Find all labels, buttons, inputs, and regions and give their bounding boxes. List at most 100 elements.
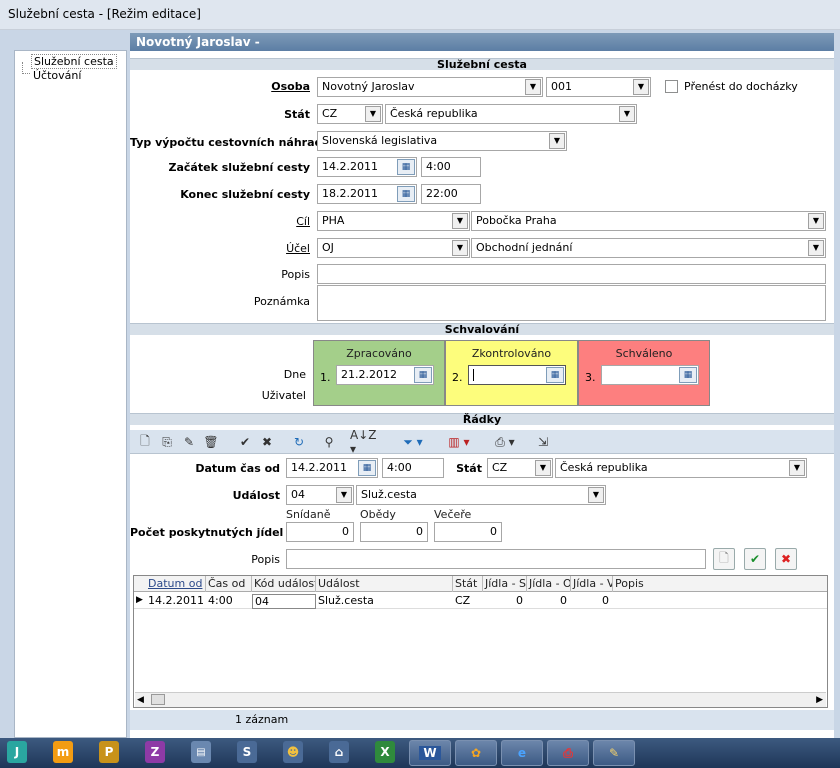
column-header[interactable]: Stát (453, 576, 483, 592)
chevron-down-icon[interactable]: ▼ (789, 460, 805, 476)
stat-code-combo[interactable]: CZ ▼ (317, 104, 383, 124)
filter-icon[interactable]: ⏷ ▾ (396, 433, 430, 451)
browser-taskbar-button[interactable]: e (501, 740, 543, 766)
network-icon[interactable]: ⌂ (329, 741, 349, 763)
popis-field[interactable] (317, 264, 826, 284)
taskbar-app-icon[interactable]: P (99, 741, 119, 763)
udalost-code-combo[interactable]: 04 ▼ (286, 485, 354, 505)
rows-time-field[interactable]: 4:00 (382, 458, 444, 478)
chevron-down-icon[interactable]: ▼ (525, 79, 541, 95)
calendar-icon[interactable]: ▦ (414, 367, 432, 383)
grid-cell[interactable]: 14.2.2011 (146, 594, 206, 609)
osoba-label[interactable]: Osoba (240, 80, 310, 93)
osoba-code-combo[interactable]: 001 ▼ (546, 77, 651, 97)
chevron-down-icon[interactable]: ▼ (633, 79, 649, 95)
column-header[interactable]: Jídla - V (571, 576, 613, 592)
calendar-icon[interactable]: ▦ (397, 159, 415, 175)
calendar-icon[interactable]: ▦ (397, 186, 415, 202)
binoculars-icon[interactable]: ⚲ (320, 433, 338, 451)
poznamka-field[interactable] (317, 285, 826, 321)
chevron-down-icon[interactable]: ▼ (452, 213, 468, 229)
snidane-field[interactable]: 0 (286, 522, 354, 542)
grid-cell-selected[interactable]: 04 (252, 594, 316, 609)
stat-name-combo[interactable]: Česká republika ▼ (385, 104, 637, 124)
ucel-code-combo[interactable]: OJ ▼ (317, 238, 470, 258)
calculator-icon[interactable]: ▤ (191, 741, 211, 763)
sort-icon[interactable]: A↓Z ▾ (350, 428, 384, 456)
zacatek-time-field[interactable]: 4:00 (421, 157, 481, 177)
prenest-checkbox[interactable] (665, 80, 678, 93)
cil-label[interactable]: Cíl (240, 215, 310, 228)
cil-code-combo[interactable]: PHA ▼ (317, 211, 470, 231)
scroll-right-icon[interactable]: ▶ (816, 695, 823, 705)
chevron-down-icon[interactable]: ▼ (365, 106, 381, 122)
skype-icon[interactable]: S (237, 741, 257, 763)
zpracovano-date-field[interactable]: 21.2.2012 ▦ (336, 365, 434, 385)
chevron-down-icon[interactable]: ▼ (535, 460, 551, 476)
print-icon[interactable]: ⎙ ▾ (488, 433, 522, 451)
ucel-name-combo[interactable]: Obchodní jednání ▼ (471, 238, 826, 258)
edit-document-icon[interactable]: ✎ (180, 433, 198, 451)
copy-document-icon[interactable]: ⎘ (158, 433, 176, 451)
column-header[interactable]: Událost (316, 576, 453, 592)
word-taskbar-button[interactable]: W (409, 740, 451, 766)
calendar-icon[interactable]: ▦ (546, 367, 564, 383)
rows-stat-name-combo[interactable]: Česká republika ▼ (555, 458, 807, 478)
zacatek-date-field[interactable]: 14.2.2011 ▦ (317, 157, 417, 177)
chevron-down-icon[interactable]: ▼ (452, 240, 468, 256)
konec-date-field[interactable]: 18.2.2011 ▦ (317, 184, 417, 204)
table-row[interactable]: ▶ 14.2.2011 4:00 04 Služ.cesta CZ 0 0 0 (134, 593, 827, 609)
chevron-down-icon[interactable]: ▼ (808, 240, 824, 256)
grid-cell[interactable]: CZ (453, 594, 483, 609)
calendar-icon[interactable]: ▦ (358, 460, 376, 476)
column-header[interactable]: Jídla - S (483, 576, 527, 592)
export-icon[interactable]: ⇲ (534, 433, 552, 451)
save-row-button[interactable]: ✔ (744, 548, 766, 570)
column-header[interactable]: Datum od (146, 576, 206, 592)
zkontrolovano-date-field[interactable]: ▦ (468, 365, 566, 385)
excel-icon[interactable]: X (375, 741, 395, 763)
refresh-icon[interactable]: ↻ (290, 433, 308, 451)
tree-item-sluzebni-cesta[interactable]: Služební cesta (31, 54, 117, 69)
udalost-name-combo[interactable]: Služ.cesta ▼ (356, 485, 606, 505)
rows-stat-code-combo[interactable]: CZ ▼ (487, 458, 553, 478)
tree-item-uctovani[interactable]: Účtování (31, 69, 83, 82)
chevron-down-icon[interactable]: ▼ (619, 106, 635, 122)
typ-combo[interactable]: Slovenská legislativa ▼ (317, 131, 567, 151)
calendar-icon[interactable]: ▦ (679, 367, 697, 383)
column-header[interactable]: Čas od (206, 576, 252, 592)
obedy-field[interactable]: 0 (360, 522, 428, 542)
konec-time-field[interactable]: 22:00 (421, 184, 481, 204)
vecere-field[interactable]: 0 (434, 522, 502, 542)
chevron-down-icon[interactable]: ▼ (588, 487, 604, 503)
cancel-row-button[interactable]: ✖ (775, 548, 797, 570)
pdf-taskbar-button[interactable]: ⎙ (547, 740, 589, 766)
paint-taskbar-button[interactable]: ✎ (593, 740, 635, 766)
taskbar-app-icon[interactable]: J (7, 741, 27, 763)
column-header[interactable]: Popis (613, 576, 827, 592)
new-document-icon[interactable]: 🗋 (136, 433, 154, 451)
rows-datum-field[interactable]: 14.2.2011 ▦ (286, 458, 378, 478)
rows-popis-field[interactable] (286, 549, 706, 569)
chevron-down-icon[interactable]: ▼ (808, 213, 824, 229)
grid-cell[interactable]: 4:00 (206, 594, 252, 609)
cancel-icon[interactable]: ✖ (258, 433, 276, 451)
delete-document-icon[interactable]: 🗑 (202, 433, 220, 451)
grid-cell[interactable]: 0 (527, 594, 569, 609)
confirm-icon[interactable]: ✔ (236, 433, 254, 451)
osoba-name-combo[interactable]: Novotný Jaroslav ▼ (317, 77, 543, 97)
columns-icon[interactable]: ▥ ▾ (442, 433, 476, 451)
scroll-thumb[interactable] (151, 694, 165, 705)
taskbar-app-icon[interactable]: Z (145, 741, 165, 763)
grid-cell[interactable]: 0 (483, 594, 525, 609)
taskbar-app-icon[interactable]: m (53, 741, 73, 763)
new-row-button[interactable]: 🗋 (713, 548, 735, 570)
ucel-label[interactable]: Účel (240, 242, 310, 255)
scroll-left-icon[interactable]: ◀ (137, 695, 144, 705)
column-header[interactable]: Jídla - O (527, 576, 571, 592)
schvaleno-date-field[interactable]: ▦ (601, 365, 699, 385)
grid-cell[interactable]: 0 (571, 594, 611, 609)
people-icon[interactable]: ☻ (283, 741, 303, 763)
chevron-down-icon[interactable]: ▼ (549, 133, 565, 149)
cil-name-combo[interactable]: Pobočka Praha ▼ (471, 211, 826, 231)
